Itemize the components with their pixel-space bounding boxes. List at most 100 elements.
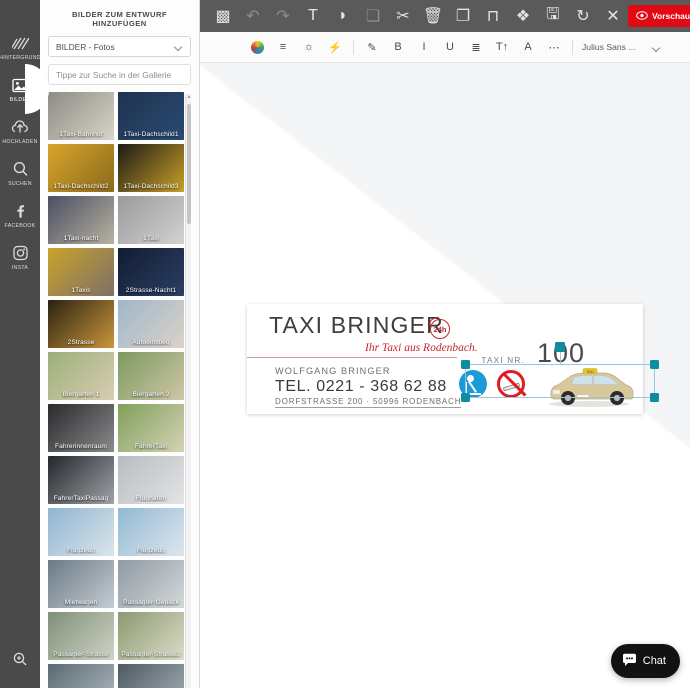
- resize-handle-top-right[interactable]: [650, 360, 659, 369]
- thumbnail-caption: Flugzeug: [137, 547, 165, 554]
- sidebar-item-hintergrund[interactable]: HINTERGRUND: [0, 28, 41, 66]
- main-toolbar: ▩ ↶ ↷ T ◗ ❏ ✂ 🗑 ❐ ⊓ ❖ 🖫 ↻ ✕ Vorschau: [200, 0, 690, 32]
- gallery-thumbnail[interactable]: Mietwagen: [48, 560, 114, 608]
- gallery-thumbnail[interactable]: 1Taxi-Dachschild1: [118, 92, 184, 140]
- resize-handle-top-left[interactable]: [461, 360, 470, 369]
- layers-icon[interactable]: ❖: [508, 0, 538, 32]
- gallery-thumbnail[interactable]: 1Taxi-Dachschild2: [48, 144, 114, 192]
- card-slogan-text[interactable]: Ihr Taxi aus Rodenbach.: [365, 342, 478, 354]
- thumbnail-caption: Flugzeug: [67, 547, 95, 554]
- gallery-thumbnail[interactable]: Autoeinstieg: [118, 300, 184, 348]
- card-divider-line: [247, 357, 457, 358]
- resize-handle-bottom-left[interactable]: [461, 393, 470, 402]
- search-icon: [12, 160, 29, 179]
- sidebar-item-suchen[interactable]: SUCHEN: [0, 154, 40, 192]
- rotate-handle[interactable]: [555, 342, 565, 352]
- gallery-thumbnail[interactable]: FahrerTaxiPassag: [48, 456, 114, 504]
- delete-icon[interactable]: 🗑: [418, 0, 448, 32]
- gallery-thumbnail[interactable]: 2Strasse-Nacht1: [118, 248, 184, 296]
- line-height-icon[interactable]: ≡: [270, 32, 296, 63]
- gallery-thumbnail[interactable]: Flugzeug: [48, 508, 114, 556]
- resize-handle-bottom-right[interactable]: [650, 393, 659, 402]
- preview-button[interactable]: Vorschau: [628, 5, 690, 27]
- gallery-thumbnail[interactable]: Flugzeug: [118, 508, 184, 556]
- pencil-icon[interactable]: ✎: [359, 32, 385, 63]
- qr-grid-icon[interactable]: ▩: [208, 0, 238, 32]
- gallery-thumbnail[interactable]: 1Taxis: [48, 248, 114, 296]
- category-select[interactable]: BILDER - Fotos: [48, 36, 191, 57]
- cut-icon[interactable]: ✂: [388, 0, 418, 32]
- chat-widget-button[interactable]: Chat: [610, 644, 680, 678]
- gallery-thumbnail[interactable]: Passagier-Strasse2: [118, 612, 184, 660]
- scroll-up-arrow[interactable]: ▲: [186, 94, 191, 100]
- gallery-thumbnail[interactable]: 1Taxi-nacht: [48, 196, 114, 244]
- bold-icon[interactable]: B: [385, 32, 411, 63]
- selection-bounding-box[interactable]: [461, 342, 659, 402]
- refresh-icon[interactable]: ↻: [568, 0, 598, 32]
- search-input[interactable]: [56, 69, 183, 80]
- italic-icon[interactable]: I: [411, 32, 437, 63]
- chat-bubble-icon: [622, 653, 637, 670]
- gallery-thumbnail[interactable]: 2Strasse: [48, 300, 114, 348]
- background-pattern-icon: [11, 34, 29, 53]
- gallery-thumbnail[interactable]: Biergarten 2: [118, 352, 184, 400]
- 24h-badge-icon[interactable]: 24h: [430, 319, 450, 339]
- card-owner-text[interactable]: WOLFGANG BRINGER: [275, 366, 391, 376]
- text-icon[interactable]: T: [298, 0, 328, 32]
- font-size-icon[interactable]: T↑: [489, 32, 515, 63]
- sidebar-item-bilder[interactable]: BILDER: [0, 64, 49, 114]
- gallery-search-box[interactable]: [48, 64, 191, 85]
- redo-icon[interactable]: ↷: [268, 0, 298, 32]
- more-options-icon[interactable]: ⋯: [541, 32, 567, 63]
- underline-icon[interactable]: U: [437, 32, 463, 63]
- scrollbar-thumb[interactable]: [187, 104, 191, 224]
- gallery-thumbnail[interactable]: [118, 664, 184, 688]
- thumbnail-scroll-area[interactable]: 1Taxi-Bahnhof 1Taxi-Dachschild1 1Taxi-Dach…: [48, 92, 191, 688]
- gallery-thumbnail[interactable]: Biergarten 1: [48, 352, 114, 400]
- gallery-thumbnail[interactable]: Flughafen: [118, 456, 184, 504]
- thumbnail-caption: Passagier-Strasse: [53, 651, 109, 658]
- save-icon[interactable]: 🖫: [538, 0, 568, 32]
- gallery-thumbnail[interactable]: 1Taxi: [118, 196, 184, 244]
- shape-icon[interactable]: ◗: [328, 0, 358, 32]
- color-droplet-icon[interactable]: [244, 32, 270, 63]
- align-left-icon[interactable]: ≣: [463, 32, 489, 63]
- sidebar-label: HINTERGRUND: [0, 54, 41, 61]
- thumbnail-caption: Passagier-Strasse2: [121, 651, 181, 658]
- thumbnail-caption: Mietwagen: [64, 599, 98, 606]
- font-family-value: Julius Sans ...: [582, 42, 636, 52]
- gallery-thumbnail[interactable]: Passagier-Gepäck: [118, 560, 184, 608]
- gallery-thumbnail[interactable]: 1Taxi-Bahnhof: [48, 92, 114, 140]
- gallery-thumbnail[interactable]: FahrerTaxi: [118, 404, 184, 452]
- thumbnail-caption: Biergarten 1: [62, 391, 100, 398]
- gallery-thumbnail[interactable]: Passagier-Strasse: [48, 612, 114, 660]
- gallery-scrollbar[interactable]: ▲ ▼: [185, 94, 191, 688]
- duplicate-icon[interactable]: ❐: [448, 0, 478, 32]
- sidebar-label: INSTA: [11, 264, 29, 271]
- sidebar-item-insta[interactable]: INSTA: [0, 238, 40, 276]
- close-icon[interactable]: ✕: [598, 0, 628, 32]
- thumbnail-caption: 1Taxi: [143, 235, 159, 242]
- upload-cloud-icon: [11, 118, 29, 137]
- font-family-select[interactable]: Julius Sans ...: [582, 42, 661, 52]
- gallery-thumbnail[interactable]: 1Taxi-Dachschild3: [118, 144, 184, 192]
- card-phone-text[interactable]: TEL. 0221 - 368 62 88: [275, 378, 447, 396]
- align-icon[interactable]: ⊓: [478, 0, 508, 32]
- thumbnail-caption: 2Strasse: [67, 339, 95, 346]
- zoom-in-button[interactable]: [0, 640, 40, 678]
- thumbnail-image: [118, 664, 184, 688]
- sidebar-item-facebook[interactable]: FACEBOOK: [0, 196, 40, 234]
- gallery-thumbnail[interactable]: Fahrerinnenraum: [48, 404, 114, 452]
- design-canvas[interactable]: TAXI BRINGER 24h Ihr Taxi aus Rodenbach.…: [200, 63, 690, 688]
- text-box-icon[interactable]: A: [515, 32, 541, 63]
- thumbnail-caption: 1Taxi-Dachschild2: [53, 183, 109, 190]
- card-brand-text[interactable]: TAXI BRINGER: [269, 312, 444, 339]
- card-address-text[interactable]: DORFSTRASSE 200 · 50996 RODENBACH: [275, 397, 462, 408]
- effects-icon[interactable]: ⚡: [322, 32, 348, 63]
- image-icon: [11, 76, 29, 95]
- undo-icon[interactable]: ↶: [238, 0, 268, 32]
- gallery-thumbnail[interactable]: [48, 664, 114, 688]
- paste-icon[interactable]: ❏: [358, 0, 388, 32]
- brightness-icon[interactable]: ☼: [296, 32, 322, 63]
- sidebar-item-hochladen[interactable]: HOCHLADEN: [0, 112, 40, 150]
